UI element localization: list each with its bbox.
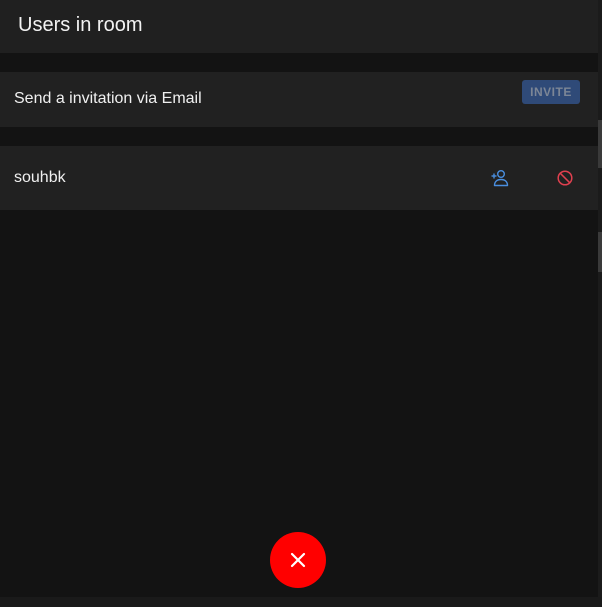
- add-user-icon: [491, 170, 509, 187]
- invite-label: Send a invitation via Email: [14, 90, 202, 107]
- list-item: souhbk: [0, 146, 598, 210]
- invite-button[interactable]: INVITE: [522, 80, 580, 104]
- ban-icon: [557, 170, 573, 186]
- panel-header: Users in room: [0, 0, 598, 53]
- page: Users in room Send a invitation via Emai…: [0, 0, 602, 607]
- scrollbar-thumb[interactable]: [598, 120, 602, 168]
- page-title: Users in room: [18, 14, 143, 36]
- close-icon: [290, 552, 306, 568]
- close-button[interactable]: [270, 532, 326, 588]
- add-user-button[interactable]: [488, 166, 512, 190]
- scrollbar-track[interactable]: [598, 0, 602, 607]
- user-name: souhbk: [14, 169, 66, 186]
- scrollbar-thumb-secondary[interactable]: [598, 232, 602, 272]
- bottom-edge: [0, 597, 602, 607]
- users-panel: Users in room Send a invitation via Emai…: [0, 0, 598, 597]
- invite-row: Send a invitation via Email INVITE: [0, 72, 598, 127]
- ban-user-button[interactable]: [553, 166, 577, 190]
